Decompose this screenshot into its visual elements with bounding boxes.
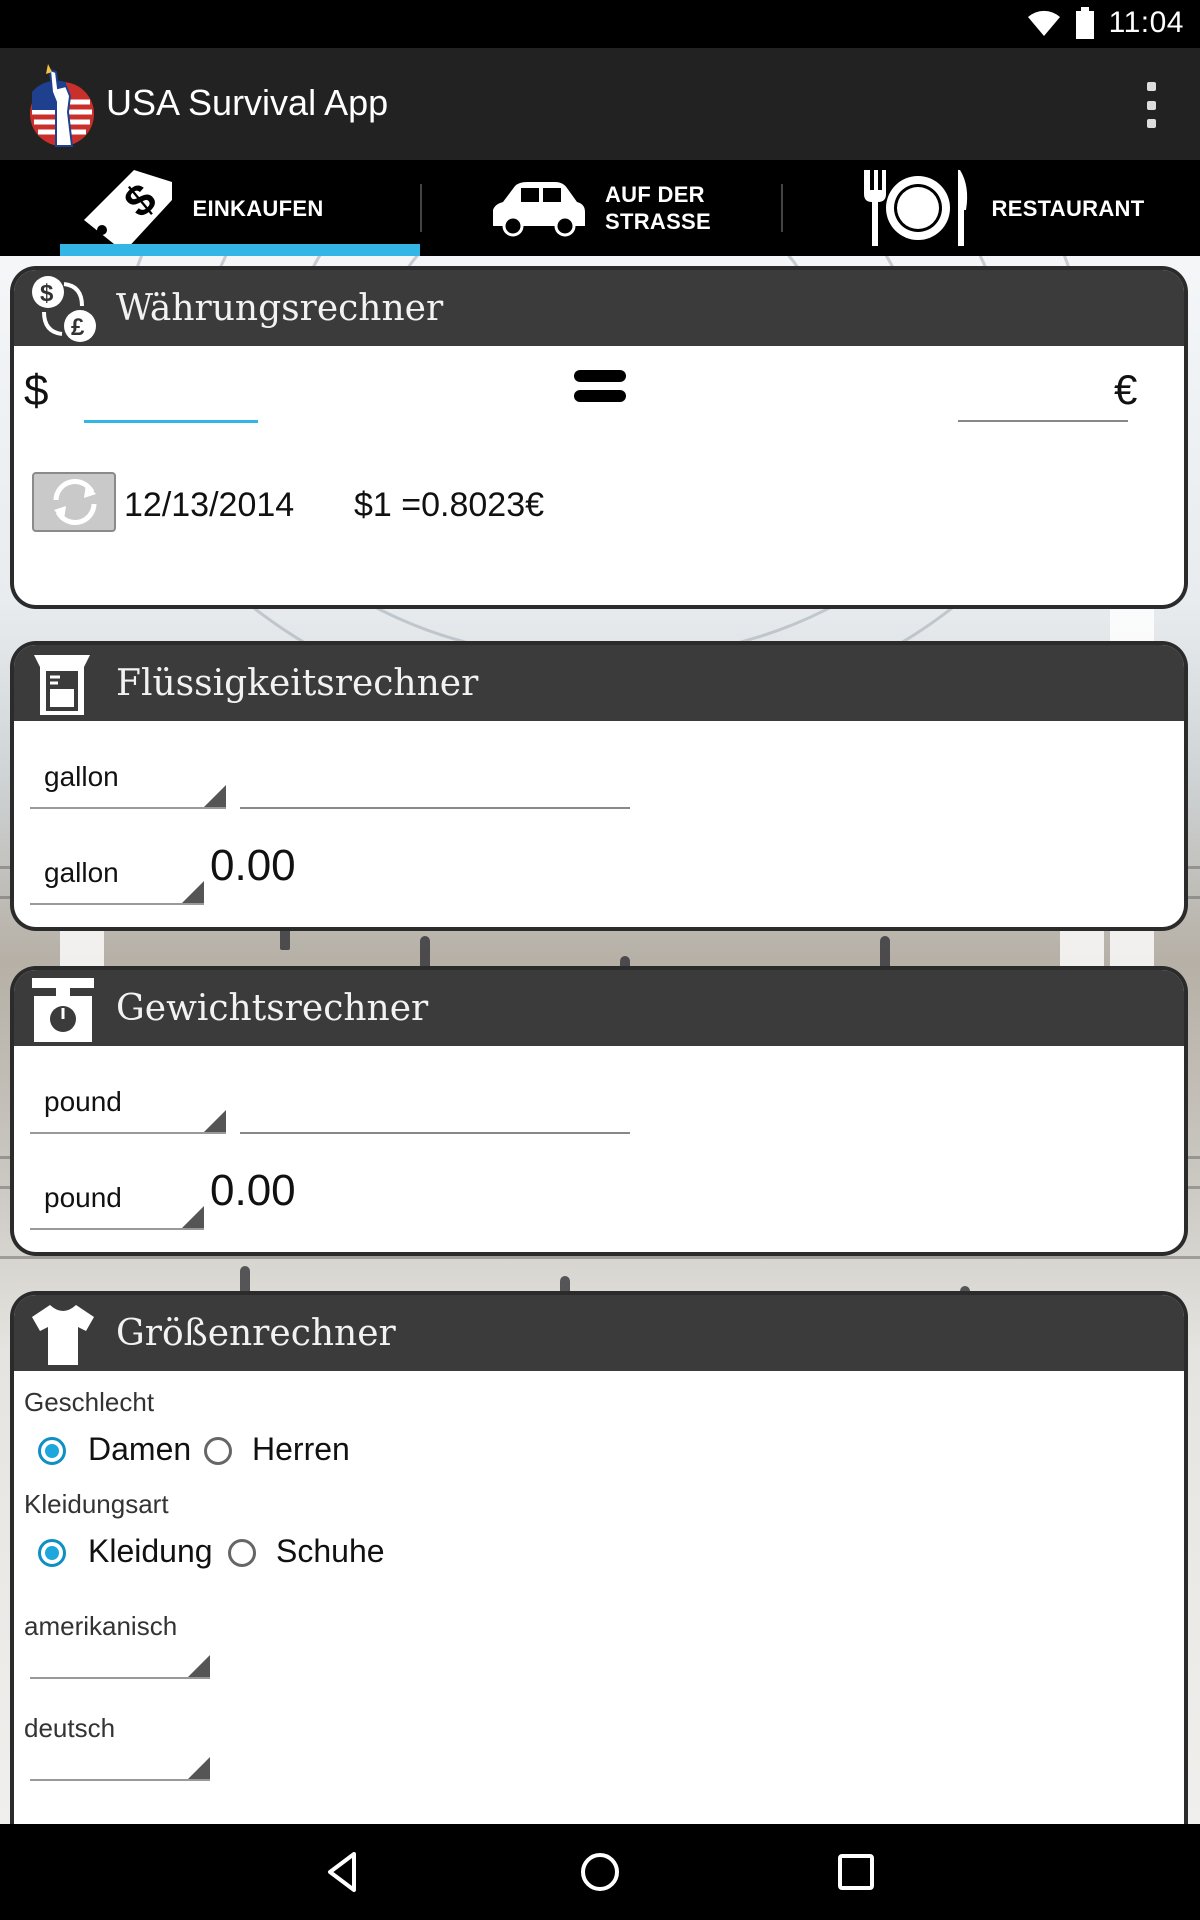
euro-symbol: € (1114, 366, 1138, 413)
battery-icon (1075, 7, 1094, 39)
tab-auf-der-strasse[interactable]: AUF DER STRASSE (400, 160, 800, 256)
weight-input-underline (240, 1132, 630, 1134)
equals-icon (574, 370, 626, 402)
refresh-icon (53, 478, 97, 526)
radio-herren-label[interactable]: Herren (252, 1431, 350, 1468)
radio-herren[interactable] (204, 1437, 232, 1465)
plate-cutlery-icon (863, 170, 967, 246)
radio-schuhe[interactable] (228, 1539, 256, 1567)
euro-amount-output[interactable] (958, 364, 1132, 416)
tab-label: RESTAURANT (991, 195, 1145, 221)
action-bar: USA Survival App (0, 48, 1200, 160)
statue-of-liberty-logo[interactable] (26, 62, 98, 148)
exchange-rate: $1 =0.8023€ (354, 486, 545, 524)
liquid-result: 0.00 (210, 841, 296, 890)
euro-input-underline (958, 420, 1128, 422)
radio-kleidung-label[interactable]: Kleidung (88, 1533, 213, 1570)
gender-label: Geschlecht (24, 1387, 155, 1417)
radio-schuhe-label[interactable]: Schuhe (276, 1533, 385, 1570)
radio-damen-label[interactable]: Damen (88, 1431, 191, 1468)
card-header: Größenrechner (14, 1295, 1184, 1371)
card-body: $ € 12/13/2014 $1 =0.8023€ (14, 346, 1184, 605)
us-size-spinner[interactable] (30, 1639, 210, 1679)
weight-from-unit-spinner[interactable]: pound (30, 1086, 226, 1134)
dollar-input-underline (84, 420, 258, 423)
svg-text:$: $ (40, 280, 54, 307)
wifi-icon (1027, 10, 1060, 37)
tab-divider (781, 184, 783, 232)
measuring-jug-icon (34, 655, 90, 715)
card-body: Geschlecht Damen Herren Kleidungsart Kle… (14, 1371, 1184, 1835)
tab-restaurant[interactable]: RESTAURANT (800, 160, 1200, 256)
liquid-from-unit-spinner[interactable]: gallon (30, 761, 226, 809)
weight-result: 0.00 (210, 1166, 296, 1215)
tab-einkaufen[interactable]: $ EINKAUFEN (0, 160, 400, 256)
tshirt-icon (32, 1305, 94, 1365)
car-icon (492, 182, 585, 237)
currency-exchange-icon: $ £ (32, 276, 96, 342)
card-title: Währungsrechner (116, 288, 444, 329)
dollar-symbol: $ (24, 366, 49, 415)
app-title: USA Survival App (106, 82, 389, 123)
tab-divider (420, 184, 422, 232)
size-converter-card: Größenrechner Geschlecht Damen Herren Kl… (14, 1295, 1184, 1835)
card-header: Flüssigkeitsrechner (14, 645, 1184, 721)
liquid-to-unit-spinner[interactable]: gallon (30, 857, 204, 905)
de-size-spinner[interactable] (30, 1741, 210, 1781)
weight-amount-input[interactable] (240, 1076, 634, 1128)
card-body: pound pound 0.00 (14, 1046, 1184, 1252)
card-title: Flüssigkeitsrechner (116, 663, 479, 704)
weight-converter-card: Gewichtsrechner pound pound 0.00 (14, 970, 1184, 1252)
card-header: $ £ Währungsrechner (14, 270, 1184, 346)
back-icon[interactable] (316, 1844, 372, 1900)
card-title: Gewichtsrechner (116, 988, 429, 1029)
overflow-menu-icon[interactable] (1144, 82, 1158, 128)
navigation-bar (0, 1824, 1200, 1920)
svg-text:£: £ (71, 314, 85, 341)
card-body: gallon gallon 0.00 (14, 721, 1184, 927)
card-header: Gewichtsrechner (14, 970, 1184, 1046)
selected-tab-indicator (60, 244, 420, 256)
price-tag-icon: $ (84, 170, 173, 252)
dollar-amount-input[interactable] (84, 364, 258, 416)
us-size-label: amerikanisch (24, 1611, 178, 1641)
recents-icon[interactable] (828, 1844, 884, 1900)
status-bar: 11:04 (0, 0, 1200, 48)
clock: 11:04 (1108, 6, 1184, 39)
currency-converter-card: $ £ Währungsrechner $ € 12/13/2014 $1 =0… (14, 270, 1184, 605)
scale-icon (32, 978, 94, 1042)
liquid-input-underline (240, 807, 630, 809)
rate-date: 12/13/2014 (124, 486, 295, 524)
liquid-converter-card: Flüssigkeitsrechner gallon gallon 0.00 (14, 645, 1184, 927)
refresh-rate-button[interactable] (32, 472, 116, 532)
tab-label: AUF DER STRASSE (604, 182, 711, 234)
de-size-label: deutsch (24, 1713, 116, 1743)
tab-label: EINKAUFEN (192, 195, 324, 221)
weight-to-unit-spinner[interactable]: pound (30, 1182, 204, 1230)
radio-damen[interactable] (38, 1437, 66, 1465)
radio-kleidung[interactable] (38, 1539, 66, 1567)
tab-bar: $ EINKAUFEN AUF DER STRASSE RESTAURANT (0, 160, 1200, 256)
home-icon[interactable] (572, 1844, 628, 1900)
card-title: Größenrechner (116, 1313, 396, 1354)
liquid-amount-input[interactable] (240, 751, 634, 803)
clothing-type-label: Kleidungsart (24, 1489, 169, 1519)
